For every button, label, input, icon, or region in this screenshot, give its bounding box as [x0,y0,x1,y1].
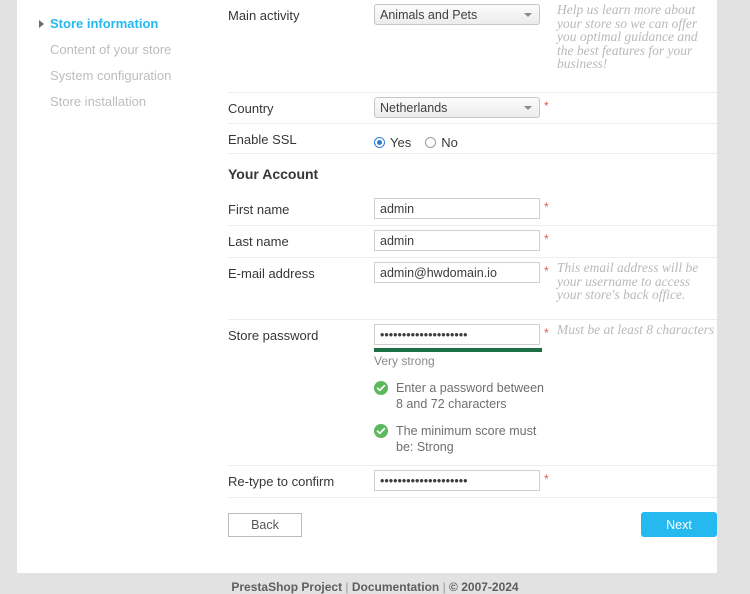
email-control [374,258,544,283]
installer-steps-sidebar: Store information Content of your store … [17,0,217,115]
country-select[interactable]: Netherlands [374,97,540,118]
footer-copyright: © 2007-2024 [449,580,519,594]
content-panel: Store information Content of your store … [17,0,717,573]
password-strength-label: Very strong [374,352,544,369]
country-control: Netherlands [374,93,544,118]
footer-separator: | [443,580,446,594]
footer-link-prestashop-project[interactable]: PrestaShop Project [231,580,342,594]
email-aside: * This email address will be your userna… [544,258,717,302]
main-activity-select[interactable]: Animals and Pets [374,4,540,25]
row-email: E-mail address * This email address will… [228,258,717,320]
required-asterisk: * [544,328,549,338]
enable-ssl-radio-group: Yes No [374,128,544,150]
email-input[interactable] [374,262,540,283]
required-asterisk: * [544,202,549,212]
last-name-label: Last name [228,226,374,250]
account-section-heading: Your Account [228,154,717,192]
enable-ssl-label: Enable SSL [228,124,374,148]
password-rule-item: The minimum score must be: Strong [374,423,546,455]
required-asterisk: * [544,474,549,484]
main-activity-control: Animals and Pets [374,0,544,25]
main-activity-select-wrap: Animals and Pets [374,4,540,25]
sidebar-item-label: Store information [50,16,158,31]
enable-ssl-control: Yes No [374,124,544,150]
row-first-name: First name * [228,194,717,226]
country-aside: * [544,93,717,96]
radio-unselected-icon [425,137,436,148]
sidebar-item-label: Store installation [50,94,146,109]
country-select-wrap: Netherlands [374,97,540,118]
check-circle-icon [374,424,388,438]
main-activity-help: Help us learn more about your store so w… [544,0,717,71]
page-footer: PrestaShop Project | Documentation | © 2… [0,580,750,594]
next-button[interactable]: Next [641,512,717,537]
enable-ssl-aside [544,124,717,127]
required-asterisk: * [544,234,549,244]
country-label: Country [228,93,374,117]
row-country: Country Netherlands * [228,93,717,124]
caret-right-icon [39,20,44,28]
row-main-activity: Main activity Animals and Pets Help us l… [228,0,717,93]
password-confirm-aside: * [544,466,717,469]
password-confirm-label: Re-type to confirm [228,466,374,490]
radio-selected-icon [374,137,385,148]
form-actions: Back Next [228,498,717,554]
enable-ssl-radio-no[interactable]: No [425,135,458,150]
password-confirm-input[interactable] [374,470,540,491]
footer-separator: | [345,580,348,594]
footer-link-documentation[interactable]: Documentation [352,580,439,594]
password-rule-text: Enter a password between 8 and 72 charac… [396,381,544,411]
sidebar-item-system-configuration[interactable]: System configuration [17,63,217,89]
store-password-input[interactable] [374,324,540,345]
last-name-input[interactable] [374,230,540,251]
store-password-label: Store password [228,320,374,344]
row-store-password: Store password Very strong Enter a passw… [228,320,717,466]
first-name-input[interactable] [374,198,540,219]
sidebar-item-label: System configuration [50,68,171,83]
email-label: E-mail address [228,258,374,282]
first-name-label: First name [228,194,374,218]
row-enable-ssl: Enable SSL Yes No [228,124,717,154]
store-password-aside: * Must be at least 8 characters [544,320,717,337]
row-password-confirm: Re-type to confirm * [228,466,717,498]
last-name-aside: * [544,226,717,229]
sidebar-item-content-of-your-store[interactable]: Content of your store [17,37,217,63]
password-rule-item: Enter a password between 8 and 72 charac… [374,380,546,412]
password-rule-text: The minimum score must be: Strong [396,424,536,454]
store-password-control: Very strong Enter a password between 8 a… [374,320,544,466]
store-password-help-text: Must be at least 8 characters [548,323,717,337]
enable-ssl-yes-label: Yes [390,135,411,150]
store-information-form: Main activity Animals and Pets Help us l… [228,0,717,554]
required-asterisk: * [544,266,549,276]
sidebar-item-store-installation[interactable]: Store installation [17,89,217,115]
sidebar-item-label: Content of your store [50,42,171,57]
installer-page: Store information Content of your store … [0,0,750,594]
password-rules-list: Enter a password between 8 and 72 charac… [374,369,544,455]
row-account-heading: Your Account [228,154,717,194]
enable-ssl-no-label: No [441,135,458,150]
last-name-control [374,226,544,251]
main-activity-help-text: Help us learn more about your store so w… [548,3,717,71]
check-circle-icon [374,381,388,395]
required-asterisk: * [544,101,549,111]
enable-ssl-radio-yes[interactable]: Yes [374,135,411,150]
email-help-text: This email address will be your username… [548,261,717,302]
row-last-name: Last name * [228,226,717,258]
back-button[interactable]: Back [228,513,302,537]
main-activity-label: Main activity [228,0,374,24]
sidebar-item-store-information[interactable]: Store information [17,11,217,37]
first-name-control [374,194,544,219]
password-confirm-control [374,466,544,491]
first-name-aside: * [544,194,717,197]
